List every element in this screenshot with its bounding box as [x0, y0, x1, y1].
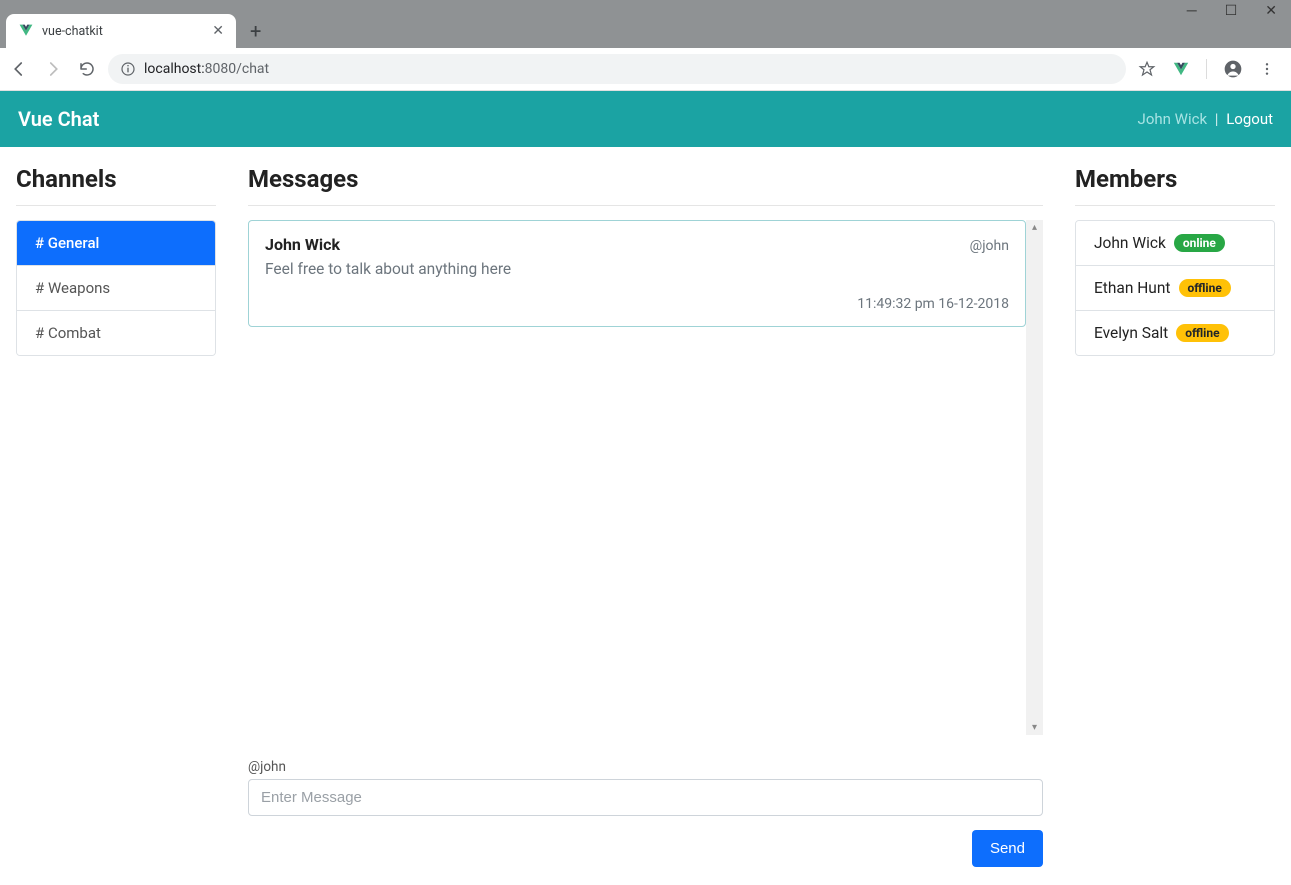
- header-username: John Wick: [1138, 110, 1208, 128]
- header-right: John Wick | Logout: [1138, 110, 1273, 128]
- member-name: Ethan Hunt: [1094, 279, 1171, 297]
- header-separator: |: [1215, 110, 1219, 128]
- browser-toolbar: localhost:8080/chat: [0, 48, 1291, 91]
- browser-tab[interactable]: vue-chatkit ✕: [6, 14, 236, 48]
- channels-rule: [16, 205, 216, 206]
- message-input[interactable]: [248, 779, 1043, 816]
- messages-list: John Wick @john Feel free to talk about …: [248, 220, 1026, 735]
- channels-list: # General # Weapons # Combat: [16, 220, 216, 356]
- forward-icon[interactable]: [44, 60, 62, 78]
- url-host: localhost:8080/chat: [144, 61, 269, 77]
- tab-close-icon[interactable]: ✕: [212, 23, 224, 39]
- tab-title: vue-chatkit: [42, 24, 204, 39]
- app-title: Vue Chat: [18, 107, 99, 131]
- compose-area: @john Send: [248, 759, 1043, 867]
- status-badge-offline: offline: [1176, 324, 1228, 342]
- tab-bar: vue-chatkit ✕ +: [0, 14, 1291, 48]
- toolbar-right: [1138, 59, 1281, 79]
- members-column: Members John Wick online Ethan Hunt offl…: [1075, 165, 1275, 867]
- message-body: Feel free to talk about anything here: [265, 260, 1009, 278]
- messages-column: Messages John Wick @john Feel free to ta…: [248, 165, 1043, 867]
- members-title: Members: [1075, 165, 1275, 193]
- member-row: Ethan Hunt offline: [1076, 265, 1274, 310]
- vue-favicon-icon: [18, 23, 34, 39]
- scrollbar[interactable]: ▴ ▾: [1026, 220, 1043, 735]
- window-close-icon[interactable]: ✕: [1265, 4, 1277, 18]
- member-row: Evelyn Salt offline: [1076, 310, 1274, 355]
- logout-link[interactable]: Logout: [1226, 110, 1273, 128]
- scroll-up-icon[interactable]: ▴: [1032, 222, 1037, 233]
- member-name: John Wick: [1094, 234, 1166, 252]
- compose-label: @john: [248, 759, 1043, 775]
- messages-title: Messages: [248, 165, 1043, 193]
- window-controls: ─ ☐ ✕: [0, 0, 1291, 14]
- channels-title: Channels: [16, 165, 216, 193]
- window-minimize-icon[interactable]: ─: [1187, 4, 1197, 18]
- scroll-down-icon[interactable]: ▾: [1032, 722, 1037, 733]
- member-name: Evelyn Salt: [1094, 324, 1168, 342]
- message-handle: @john: [970, 238, 1009, 254]
- address-bar[interactable]: localhost:8080/chat: [108, 54, 1126, 84]
- vue-devtools-icon[interactable]: [1172, 60, 1190, 78]
- status-badge-offline: offline: [1179, 279, 1231, 297]
- messages-rule: [248, 205, 1043, 206]
- channel-weapons[interactable]: # Weapons: [17, 265, 215, 310]
- member-row: John Wick online: [1076, 221, 1274, 265]
- reload-icon[interactable]: [78, 60, 96, 78]
- channel-general[interactable]: # General: [17, 221, 215, 265]
- send-button[interactable]: Send: [972, 830, 1043, 867]
- kebab-menu-icon[interactable]: [1259, 61, 1275, 77]
- app-header: Vue Chat John Wick | Logout: [0, 91, 1291, 147]
- back-icon[interactable]: [10, 60, 28, 78]
- new-tab-button[interactable]: +: [250, 14, 261, 48]
- members-rule: [1075, 205, 1275, 206]
- messages-scroll[interactable]: John Wick @john Feel free to talk about …: [248, 220, 1043, 735]
- bookmark-star-icon[interactable]: [1138, 60, 1156, 78]
- browser-chrome: ─ ☐ ✕ vue-chatkit ✕ + localhost:8080/cha…: [0, 0, 1291, 91]
- status-badge-online: online: [1174, 234, 1225, 252]
- profile-avatar-icon[interactable]: [1223, 59, 1243, 79]
- nav-buttons: [10, 60, 96, 78]
- channels-column: Channels # General # Weapons # Combat: [16, 165, 216, 867]
- message-timestamp: 11:49:32 pm 16-12-2018: [265, 296, 1009, 312]
- app-body: Channels # General # Weapons # Combat Me…: [0, 147, 1291, 885]
- channel-combat[interactable]: # Combat: [17, 310, 215, 355]
- message-author: John Wick: [265, 235, 340, 254]
- site-info-icon[interactable]: [120, 61, 136, 77]
- toolbar-separator: [1206, 59, 1207, 79]
- members-list: John Wick online Ethan Hunt offline Evel…: [1075, 220, 1275, 356]
- message-card: John Wick @john Feel free to talk about …: [248, 220, 1026, 327]
- window-maximize-icon[interactable]: ☐: [1225, 4, 1238, 18]
